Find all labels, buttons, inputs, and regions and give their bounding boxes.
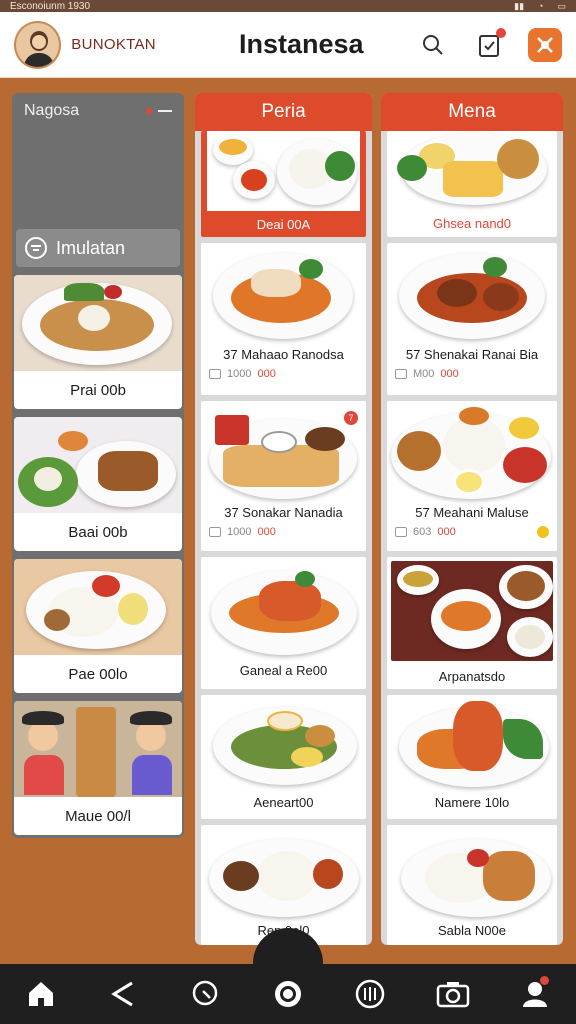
camera-shutter-icon	[274, 981, 301, 1007]
search-button[interactable]	[416, 28, 450, 62]
header-actions	[416, 27, 562, 62]
status-icons: ▮▮ ◔ ▭	[514, 1, 566, 12]
banner-label: Ghsea nand0	[432, 215, 512, 231]
item-title: Ganeal a Re00	[239, 663, 328, 678]
home-icon	[29, 982, 54, 1006]
nav-back[interactable]	[103, 974, 143, 1014]
item-meta: M00 000	[387, 368, 557, 380]
left-panel-header: Nagosa	[12, 93, 184, 129]
right-column: Mena Ghsea nand0 57 Shenakai Ranai Bia M…	[381, 93, 563, 945]
banner-label: Deai 00A	[256, 216, 311, 232]
back-icon	[111, 981, 134, 1007]
filter-label: Imulatan	[56, 237, 126, 258]
nav-menu[interactable]	[350, 974, 390, 1014]
bottom-nav	[0, 964, 576, 1024]
item-meta: 603 000	[387, 526, 557, 538]
card-label: Pae 00lo	[68, 665, 128, 683]
nav-profile[interactable]	[515, 974, 555, 1014]
search-icon	[423, 34, 443, 55]
item-title: Namere 10lo	[434, 795, 510, 810]
nav-home[interactable]	[21, 974, 61, 1014]
camera-icon	[436, 982, 469, 1008]
signal-icon: ▮▮	[514, 0, 525, 11]
nav-search[interactable]	[186, 974, 226, 1014]
item-title: 37 Mahaao Ranodsa	[223, 347, 344, 362]
brand-name: BUNOKTAN	[71, 36, 156, 53]
nav-capture[interactable]	[268, 974, 308, 1014]
menu-item[interactable]: Arpanatsdo	[387, 557, 557, 689]
item-title: Aeneart00	[253, 795, 314, 810]
calendar-icon	[209, 369, 221, 379]
item-price: 000	[257, 526, 276, 538]
status-bar: Esconoiunm 1930 ▮▮ ◔ ▭	[0, 0, 576, 12]
left-panel-title: Nagosa	[24, 102, 80, 119]
item-price: 000	[257, 368, 276, 380]
menu-item[interactable]: 57 Shenakai Ranai Bia M00 000	[387, 243, 557, 395]
left-panel: Nagosa Imulatan Prai 00b Baai 00b Pae 00…	[12, 93, 184, 838]
notifications-button[interactable]	[472, 27, 506, 62]
item-title: Sabla N00e	[438, 923, 506, 938]
video-icon	[395, 527, 407, 537]
alert-dot	[146, 108, 152, 114]
menu-item[interactable]: 7 37 Sonakar Nanadia 1000 000	[201, 401, 366, 551]
notification-dot	[539, 976, 549, 985]
avatar[interactable]	[14, 20, 62, 69]
filter-button[interactable]: Imulatan	[16, 229, 180, 267]
collapse-icon[interactable]	[158, 110, 172, 112]
item-qty: 1000	[227, 526, 252, 538]
left-card[interactable]: Pae 00lo	[14, 559, 182, 693]
wifi-icon: ◔	[538, 0, 544, 11]
item-title: 37 Sonakar Nanadia	[224, 505, 343, 520]
menu-item[interactable]: Rep 0ol0	[201, 825, 366, 945]
left-card[interactable]: Prai 00b	[14, 275, 182, 409]
coin-icon	[537, 526, 549, 538]
menu-item[interactable]: 37 Mahaao Ranodsa 1000 000	[201, 243, 366, 395]
utensils-icon	[537, 36, 553, 53]
menu-item[interactable]: Namere 10lo	[387, 695, 557, 819]
middle-column: Peria Deai 00A 37 Mahaao Ranodsa 1000 00…	[195, 93, 372, 945]
item-qty: 603	[413, 526, 432, 538]
video-icon	[395, 369, 407, 379]
left-card[interactable]: Baai 00b	[14, 417, 182, 551]
card-label: Prai 00b	[70, 381, 126, 399]
item-price: 000	[440, 368, 459, 380]
banner-item[interactable]: Ghsea nand0	[387, 131, 557, 237]
search-icon	[192, 980, 217, 1006]
banner-item[interactable]: Deai 00A	[201, 131, 366, 237]
item-price: 000	[437, 526, 456, 538]
item-qty: 1000	[227, 368, 252, 380]
left-card[interactable]: Maue 00/l	[14, 701, 182, 835]
status-text: Esconoiunm 1930	[10, 0, 91, 12]
item-qty: M00	[413, 368, 435, 380]
item-title: 57 Shenakai Ranai Bia	[405, 347, 539, 362]
app-title: Instanesa	[238, 29, 364, 59]
battery-icon: ▭	[557, 0, 566, 11]
menu-item[interactable]: Ganeal a Re00	[201, 557, 366, 689]
card-label: Baai 00b	[68, 523, 128, 541]
item-meta: 1000 000	[201, 368, 366, 380]
nav-camera[interactable]	[433, 974, 473, 1014]
item-meta: 1000 000	[201, 526, 366, 538]
column-title: Peria	[195, 93, 372, 131]
item-title: 57 Meahani Maluse	[415, 505, 529, 520]
app-header: BUNOKTAN Instanesa	[0, 12, 576, 78]
column-title: Mena	[381, 93, 563, 131]
menu-item[interactable]: 57 Meahani Maluse 603 000	[387, 401, 557, 551]
filter-icon	[25, 237, 47, 259]
dish-icon	[356, 979, 385, 1009]
tools-button[interactable]	[528, 27, 562, 62]
notification-dot	[496, 27, 506, 38]
calendar-icon	[209, 527, 221, 537]
menu-item[interactable]: Aeneart00	[201, 695, 366, 819]
menu-item[interactable]: Sabla N00e	[387, 825, 557, 945]
item-title: Arpanatsdo	[438, 669, 506, 684]
card-label: Maue 00/l	[65, 807, 131, 825]
